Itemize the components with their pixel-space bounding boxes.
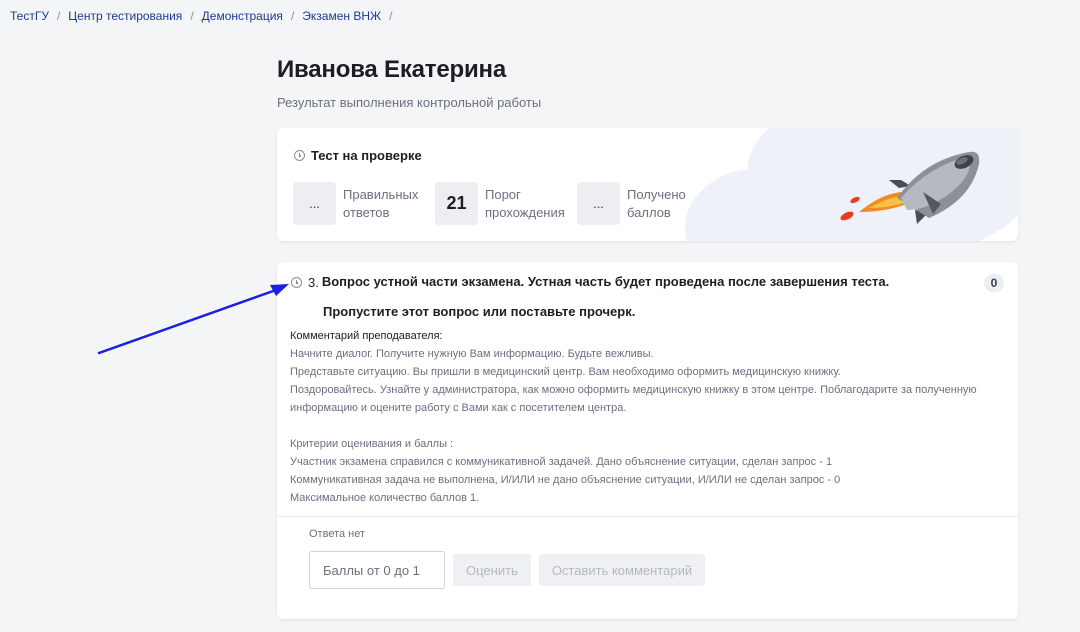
comment-line: Представьте ситуацию. Вы пришли в медици…: [290, 366, 841, 378]
comment-line: Критерии оценивания и баллы :: [290, 438, 454, 450]
breadcrumb: ТестГУ / Центр тестирования / Демонстрац…: [10, 9, 400, 23]
stat-value: ...: [577, 182, 620, 225]
leave-comment-button[interactable]: Оставить комментарий: [538, 554, 706, 586]
result-summary-card: Тест на проверке ... Правильных ответов …: [277, 128, 1018, 241]
stat-label: Правильных ответов: [343, 186, 419, 220]
evaluate-button[interactable]: Оценить: [453, 554, 531, 586]
clock-icon: [291, 277, 302, 288]
page-subtitle: Результат выполнения контрольной работы: [277, 95, 542, 110]
question-score-badge: 0: [984, 274, 1004, 292]
comment-line: Поздоровайтесь. Узнайте у администратора…: [290, 384, 977, 396]
score-input[interactable]: [309, 551, 445, 589]
breadcrumb-separator: /: [190, 9, 194, 23]
comment-spacer: [290, 417, 990, 435]
breadcrumb-link-testgu[interactable]: ТестГУ: [10, 9, 49, 23]
comment-line: Коммуникативная задача не выполнена, И/И…: [290, 474, 841, 486]
question-number: 3.: [308, 275, 319, 290]
divider: [277, 516, 1018, 517]
page-title: Иванова Екатерина: [277, 56, 506, 83]
breadcrumb-separator: /: [56, 9, 61, 23]
comment-line: Начните диалог. Получите нужную Вам инфо…: [290, 348, 654, 360]
stat-correct-answers: ... Правильных ответов: [293, 182, 423, 225]
stat-value: 21: [435, 182, 478, 225]
stat-points-received: ... Получено баллов: [577, 182, 707, 225]
summary-header: Тест на проверке: [294, 148, 422, 163]
question-header: 3. Вопрос устной части экзамена. Устная …: [291, 275, 889, 290]
clock-icon: [294, 150, 305, 161]
stats-row: ... Правильных ответов 21 Порог прохожде…: [293, 182, 719, 225]
question-title: Вопрос устной части экзамена. Устная час…: [321, 274, 890, 289]
no-answer-label: Ответа нет: [309, 528, 366, 540]
summary-status: Тест на проверке: [311, 148, 422, 163]
comment-line: Участник экзамена справился с коммуникат…: [290, 456, 833, 468]
question-subtitle: Пропустите этот вопрос или поставьте про…: [323, 304, 636, 319]
breadcrumb-link-exam[interactable]: Экзамен ВНЖ: [302, 9, 381, 23]
breadcrumb-separator: /: [290, 9, 295, 23]
breadcrumb-link-testing-center[interactable]: Центр тестирования: [68, 9, 182, 23]
teacher-comment: Комментарий преподавателя: Начните диало…: [290, 327, 990, 507]
question-card: 3. Вопрос устной части экзамена. Устная …: [277, 262, 1018, 619]
stat-value: ...: [293, 182, 336, 225]
breadcrumb-link-demo[interactable]: Демонстрация: [202, 9, 283, 23]
grading-controls: Оценить Оставить комментарий: [309, 551, 706, 589]
teacher-comment-header: Комментарий преподавателя:: [290, 330, 443, 342]
comment-line: информацию и оцените работу с Вами как с…: [290, 402, 627, 414]
comment-line: Максимальное количество баллов 1.: [290, 492, 480, 504]
stat-pass-threshold: 21 Порог прохождения: [435, 182, 565, 225]
rocket-illustration: [840, 151, 980, 224]
stat-label: Порог прохождения: [485, 186, 565, 220]
breadcrumb-separator: /: [389, 9, 393, 23]
stat-label: Получено баллов: [627, 186, 686, 220]
